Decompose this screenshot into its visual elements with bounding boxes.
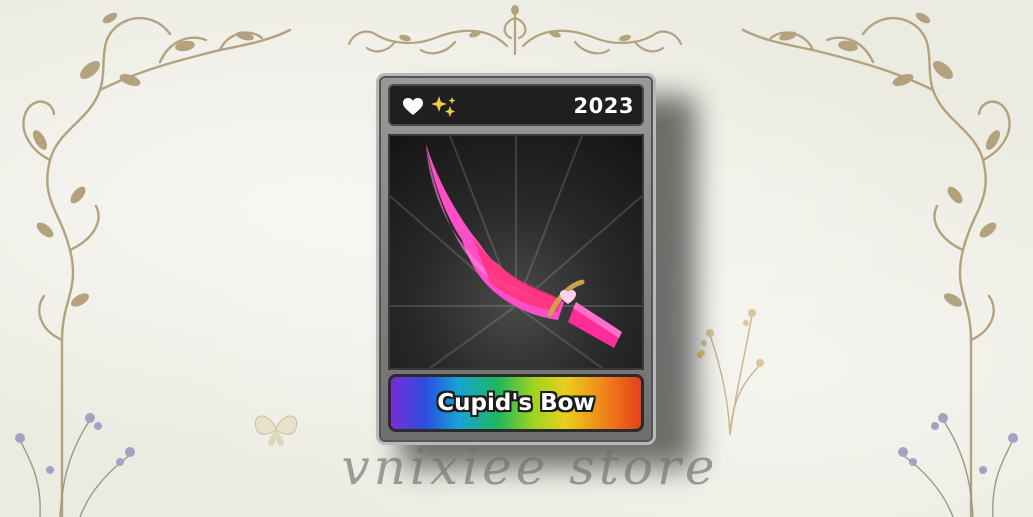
year-label: 2023 bbox=[573, 94, 634, 118]
heart-icon bbox=[403, 98, 423, 115]
store-watermark: vnixiee store bbox=[341, 438, 719, 496]
item-name-label: Cupid's Bow bbox=[437, 390, 595, 416]
card-header: 2023 bbox=[388, 84, 644, 126]
dried-flowers-decoration bbox=[697, 309, 764, 435]
butterfly-icon bbox=[254, 415, 298, 446]
right-vine-ornament bbox=[741, 12, 1018, 517]
item-nameplate: Cupid's Bow bbox=[388, 374, 644, 432]
item-artwork bbox=[388, 134, 644, 370]
top-ornament bbox=[347, 5, 683, 56]
item-card[interactable]: 2023 Cupid's Bow bbox=[376, 73, 656, 445]
knife-illustration bbox=[390, 136, 642, 368]
sparkle-icon bbox=[431, 96, 456, 117]
